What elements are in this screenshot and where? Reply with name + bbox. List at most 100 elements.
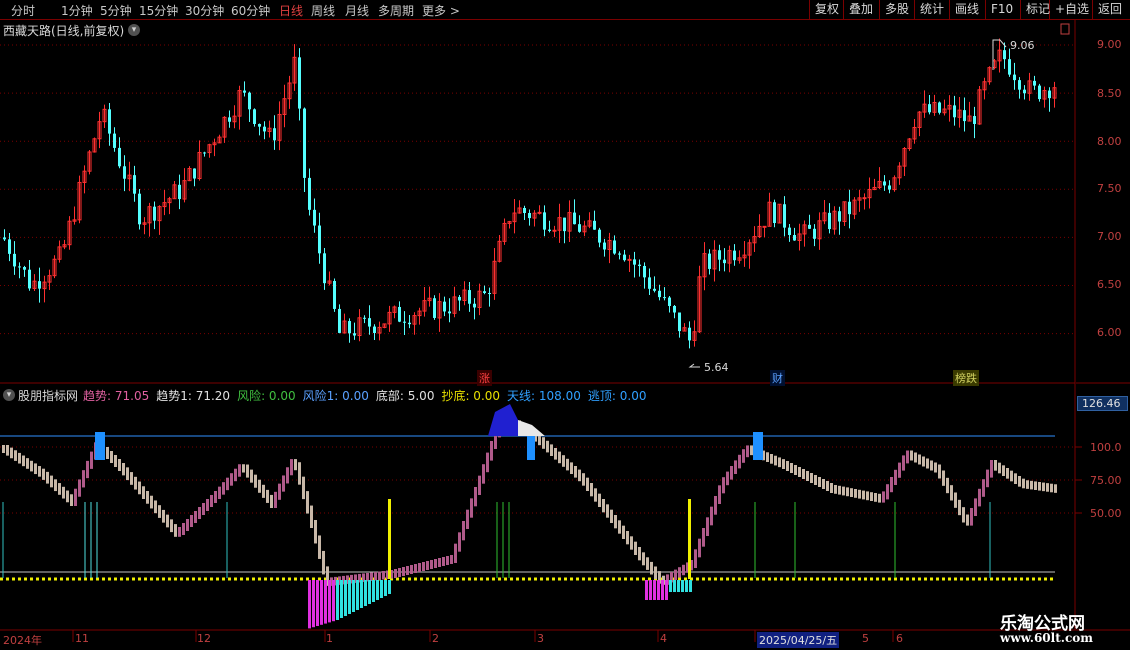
trend-bar xyxy=(302,476,305,500)
event-tag-zhang[interactable]: 涨 xyxy=(477,370,492,386)
candle-body xyxy=(263,126,266,132)
trend-bar xyxy=(874,493,877,502)
trend-bar xyxy=(826,481,829,491)
candle-body xyxy=(838,211,841,222)
candle-body xyxy=(1013,74,1016,81)
event-tag-cai[interactable]: 财 xyxy=(770,370,785,386)
trend-bar xyxy=(626,531,629,545)
trend-bar xyxy=(962,507,965,523)
trend-bar xyxy=(730,466,733,480)
candle-body xyxy=(623,254,626,261)
bottom-bar xyxy=(685,580,688,592)
buy-signal-bar xyxy=(688,499,691,579)
trend-bar xyxy=(722,477,725,494)
trend-bar xyxy=(870,492,873,501)
trend-bar xyxy=(426,561,429,570)
trend-bar xyxy=(482,464,485,484)
trend-bar xyxy=(706,517,709,536)
low-marker xyxy=(688,363,700,368)
trend-bar xyxy=(986,469,989,488)
bottom-bar xyxy=(384,580,387,596)
bottom-bar xyxy=(677,580,680,592)
candle-body xyxy=(1033,80,1036,86)
trend-bar xyxy=(1014,473,1017,484)
trend-bar xyxy=(922,456,925,467)
kline-chart[interactable] xyxy=(0,0,1130,650)
x-axis-label: 4 xyxy=(660,632,667,645)
trend-bar xyxy=(234,468,237,482)
candle-body xyxy=(348,321,351,334)
x-axis-label: 11 xyxy=(75,632,89,645)
trend-bar xyxy=(226,477,229,491)
bottom-bar xyxy=(388,580,391,594)
trend-bar xyxy=(898,462,901,478)
candle-body xyxy=(598,229,601,243)
trend-bar xyxy=(118,459,121,471)
high-price-label: 9.06 xyxy=(1010,39,1035,52)
trend-bar xyxy=(202,503,205,515)
candle-body xyxy=(308,177,311,210)
trend-bar xyxy=(914,452,917,463)
trend-bar xyxy=(462,521,465,541)
candle-body xyxy=(3,237,6,240)
indicator-top-value: 126.46 xyxy=(1077,396,1128,411)
trend-bar xyxy=(158,505,161,518)
trend-bar xyxy=(442,557,445,566)
candle-body xyxy=(788,227,791,236)
trend-bar xyxy=(726,471,729,486)
indicator-value-6: 天线: 108.00 xyxy=(507,389,581,403)
candle-body xyxy=(178,184,181,200)
candle-body xyxy=(613,240,616,254)
trend-bar xyxy=(450,555,453,564)
candle-body xyxy=(528,213,531,219)
candle-body xyxy=(573,212,576,225)
candle-body xyxy=(862,197,867,200)
bottom-bar xyxy=(352,580,355,612)
trend-bar xyxy=(742,449,745,463)
trend-bar xyxy=(286,467,289,484)
candle-body xyxy=(113,133,116,148)
trend-bar xyxy=(850,488,853,497)
candle-body xyxy=(973,116,976,124)
candle-body xyxy=(298,57,301,109)
trend-bar xyxy=(734,460,737,474)
trend-bar xyxy=(278,483,281,500)
candle-body xyxy=(18,266,21,268)
bottom-bar xyxy=(332,580,335,622)
trend-bar xyxy=(54,479,57,492)
candle-body xyxy=(363,317,366,319)
trend-bar xyxy=(146,491,149,504)
candle-body xyxy=(1018,80,1021,90)
chevron-down-icon[interactable]: ▾ xyxy=(128,24,140,36)
trend-bar xyxy=(434,559,437,568)
trend-bar xyxy=(838,485,841,495)
trend-bar xyxy=(106,447,109,459)
chevron-down-icon[interactable]: ▾ xyxy=(3,389,15,401)
trend-bar xyxy=(58,483,61,495)
trend-bar xyxy=(574,466,577,478)
candle-body xyxy=(258,123,261,127)
event-tag-bangdie[interactable]: 榜跌 xyxy=(953,370,979,386)
trend-bar xyxy=(154,500,157,514)
trend-bar xyxy=(130,472,133,485)
trend-bar xyxy=(946,477,949,494)
trend-bar xyxy=(974,498,977,516)
bottom-bar xyxy=(368,580,371,604)
trend-bar xyxy=(542,437,545,449)
trend-bar xyxy=(198,507,201,519)
indicator-value-4: 底部: 5.00 xyxy=(375,389,435,403)
candle-body xyxy=(248,92,251,110)
trend-bar xyxy=(314,520,317,544)
trend-bar xyxy=(378,571,381,580)
trend-bar xyxy=(782,459,785,469)
trend-bar xyxy=(82,470,85,488)
bottom-bar xyxy=(649,580,652,600)
trend-bar xyxy=(790,463,793,473)
candle-body xyxy=(313,209,316,226)
bottom-bar xyxy=(340,580,343,618)
candle-body xyxy=(808,224,811,229)
trend-bar xyxy=(114,455,117,467)
trend-bar xyxy=(630,536,633,550)
trend-bar xyxy=(470,498,473,518)
trend-bar xyxy=(654,566,657,580)
